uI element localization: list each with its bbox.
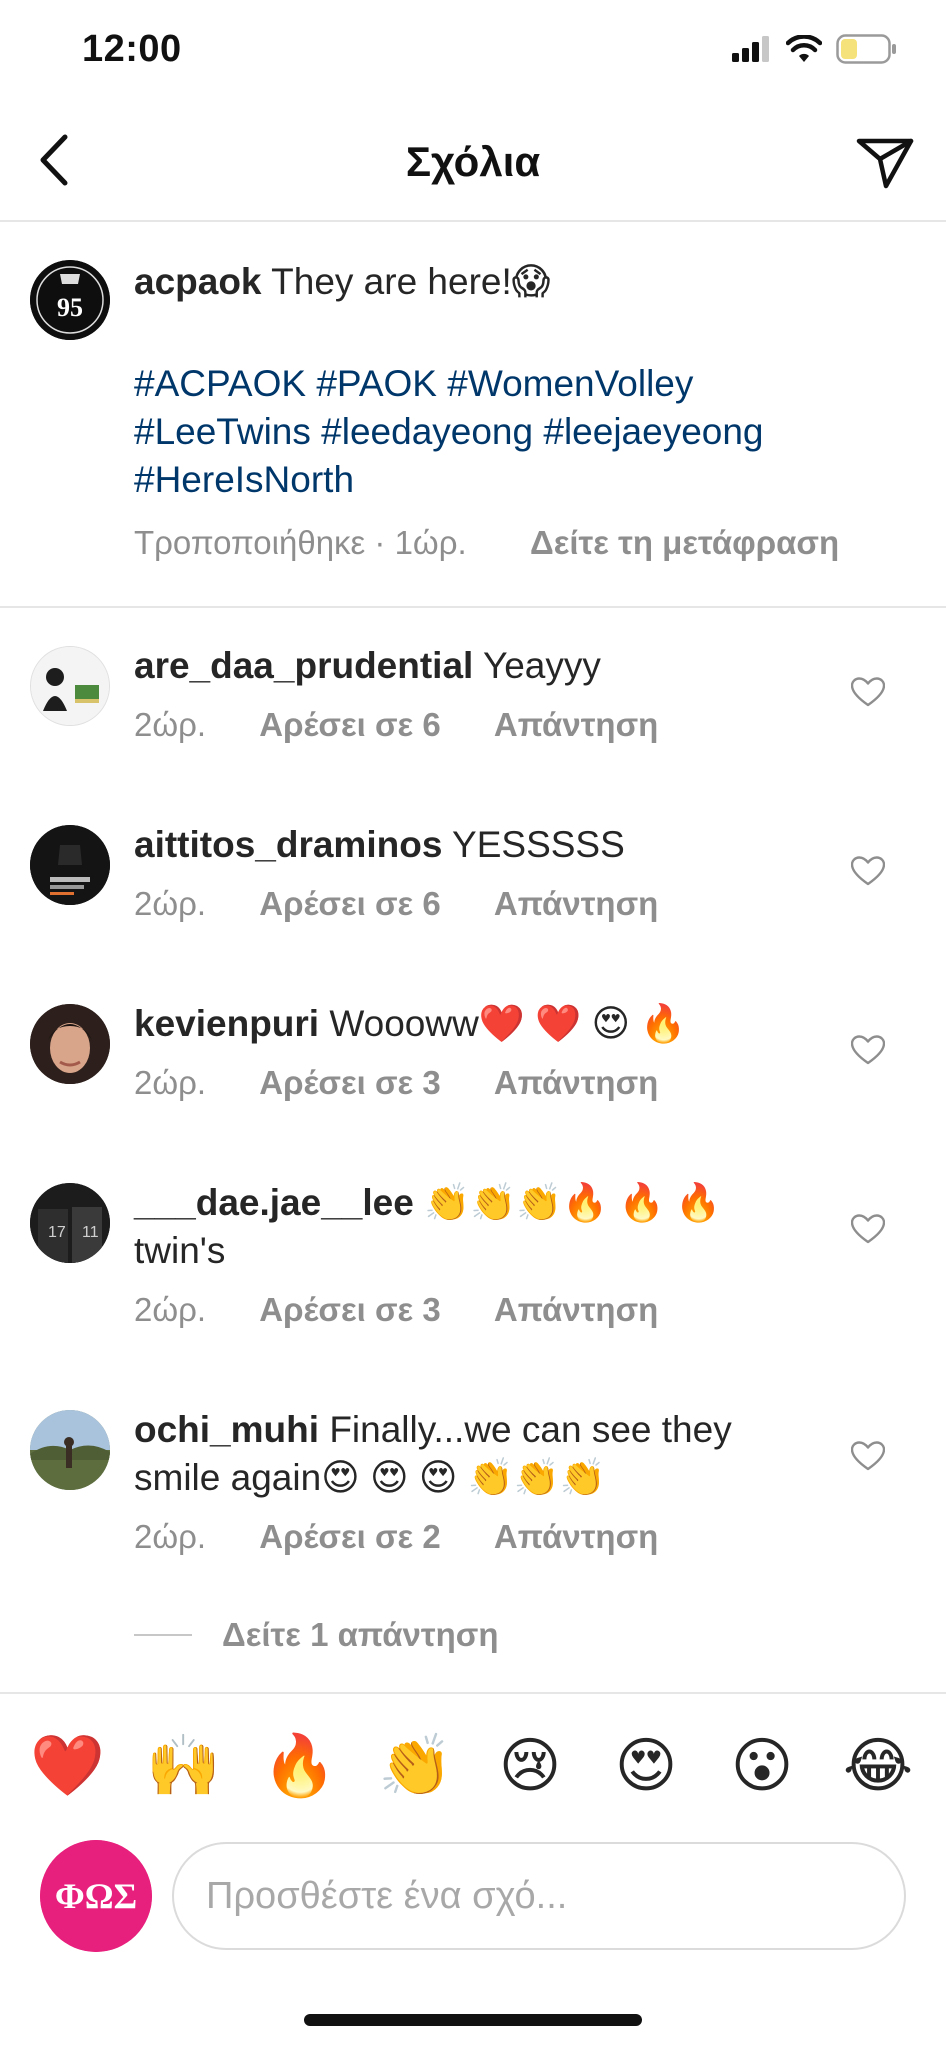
- share-button[interactable]: [852, 130, 918, 196]
- avatar-label: 95: [57, 293, 83, 322]
- view-replies-button[interactable]: Δείτε 1 απάντηση: [134, 1616, 499, 1654]
- paper-plane-icon: [856, 138, 914, 189]
- caption-username[interactable]: acpaok: [134, 261, 262, 302]
- avatar[interactable]: ΦΩΣ: [40, 1840, 152, 1952]
- comment-meta: 2ώρ. Αρέσει σε 3 Απάντηση: [134, 1291, 658, 1329]
- comment-item: kevienpuri Woooww❤️ ❤️ 😍 🔥 2ώρ. Αρέσει σ…: [0, 994, 946, 1144]
- reply-button[interactable]: Απάντηση: [494, 885, 658, 923]
- comment-time: 2ώρ.: [134, 885, 207, 922]
- caption-hashtags: #ACPAOK #PAOK #WomenVolley #LeeTwins #le…: [134, 360, 894, 504]
- header: Σχόλια: [0, 100, 946, 222]
- emoji-surprised-button[interactable]: 😮: [726, 1730, 798, 1802]
- emoji-crying-button[interactable]: 😢: [494, 1730, 566, 1802]
- comment-username[interactable]: kevienpuri: [134, 1003, 319, 1044]
- comment-likes[interactable]: Αρέσει σε 3: [259, 1291, 440, 1329]
- like-comment-button[interactable]: [848, 1030, 888, 1070]
- comment-item: 17 11 ___dae.jae__lee 👏👏👏🔥 🔥 🔥 twin's 2ώ…: [0, 1173, 946, 1373]
- comment-body: Yeayyy: [482, 645, 601, 686]
- comment-body: YESSSSS: [452, 824, 625, 865]
- comment-item: ochi_muhi Finally...we can see they smil…: [0, 1400, 946, 1600]
- page-title: Σχόλια: [405, 138, 541, 185]
- svg-text:11: 11: [82, 1224, 99, 1241]
- hashtags-line[interactable]: #HereIsNorth: [134, 456, 894, 504]
- hashtags-line[interactable]: #ACPAOK #PAOK #WomenVolley: [134, 360, 894, 408]
- comment-composer: ΦΩΣ: [0, 1836, 946, 1956]
- comment-likes[interactable]: Αρέσει σε 3: [259, 1064, 440, 1102]
- comment-meta: 2ώρ. Αρέσει σε 3 Απάντηση: [134, 1064, 658, 1102]
- comment-body: Woooww❤️ ❤️ 😍 🔥: [329, 1003, 687, 1044]
- avatar[interactable]: 17 11: [30, 1183, 110, 1263]
- comment-username[interactable]: aittitos_draminos: [134, 824, 442, 865]
- divider: [134, 1634, 192, 1636]
- home-indicator: [304, 2014, 642, 2026]
- comment-time: 2ώρ.: [134, 1064, 207, 1101]
- like-comment-button[interactable]: [848, 851, 888, 891]
- emoji-heart-eyes-button[interactable]: 😍: [610, 1730, 682, 1802]
- comment-text: kevienpuri Woooww❤️ ❤️ 😍 🔥: [134, 1000, 814, 1048]
- comment-input[interactable]: [206, 1874, 872, 1918]
- wifi-icon: [785, 34, 823, 68]
- comment-item: are_daa_prudential Yeayyy 2ώρ. Αρέσει σε…: [0, 636, 946, 786]
- comment-time: 2ώρ.: [134, 1291, 207, 1328]
- comment-meta: 2ώρ. Αρέσει σε 6 Απάντηση: [134, 885, 658, 923]
- svg-text:17: 17: [48, 1224, 66, 1241]
- avatar[interactable]: [30, 646, 110, 726]
- avatar[interactable]: [30, 1004, 110, 1084]
- comment-item: aittitos_draminos YESSSSS 2ώρ. Αρέσει σε…: [0, 815, 946, 965]
- reply-button[interactable]: Απάντηση: [494, 1064, 658, 1102]
- hashtags-line[interactable]: #LeeTwins #leedayeong #leejaeyeong: [134, 408, 894, 456]
- view-replies-label: Δείτε 1 απάντηση: [222, 1616, 499, 1653]
- comment-likes[interactable]: Αρέσει σε 2: [259, 1518, 440, 1556]
- caption-body: acpaok They are here!😱 #ACPAOK #PAOK #Wo…: [134, 258, 894, 504]
- emoji-heart-button[interactable]: ❤️: [30, 1730, 105, 1802]
- emoji-quick-bar: ❤️ 🙌 🔥 👏 😢 😍 😮 😂: [0, 1692, 946, 1836]
- status-bar: 12:00: [0, 0, 946, 100]
- comment-input-wrapper: [172, 1842, 906, 1950]
- heart-icon: [851, 677, 885, 707]
- comment-text: aittitos_draminos YESSSSS: [134, 821, 814, 869]
- like-comment-button[interactable]: [848, 1436, 888, 1476]
- caption-meta: Τροποποιήθηκε · 1ώρ. Δείτε τη μετάφραση: [134, 524, 839, 562]
- heart-icon: [851, 1441, 885, 1471]
- see-translation-link[interactable]: Δείτε τη μετάφραση: [530, 524, 839, 562]
- heart-icon: [851, 1214, 885, 1244]
- emoji-clap-button[interactable]: 👏: [378, 1730, 453, 1802]
- reply-button[interactable]: Απάντηση: [494, 1291, 658, 1329]
- comment-text: are_daa_prudential Yeayyy: [134, 642, 814, 690]
- comment-likes[interactable]: Αρέσει σε 6: [259, 706, 440, 744]
- heart-icon: [851, 1035, 885, 1065]
- comment-time: 2ώρ.: [134, 1518, 207, 1555]
- like-comment-button[interactable]: [848, 1209, 888, 1249]
- comment-text: ochi_muhi Finally...we can see they smil…: [134, 1406, 814, 1502]
- emoji-fire-button[interactable]: 🔥: [262, 1730, 337, 1802]
- like-comment-button[interactable]: [848, 672, 888, 712]
- avatar[interactable]: [30, 825, 110, 905]
- comment-text: ___dae.jae__lee 👏👏👏🔥 🔥 🔥 twin's: [134, 1179, 814, 1275]
- emoji-laughing-button[interactable]: 😂: [842, 1730, 914, 1802]
- comment-username[interactable]: are_daa_prudential: [134, 645, 473, 686]
- comment-likes[interactable]: Αρέσει σε 6: [259, 885, 440, 923]
- status-time: 12:00: [82, 28, 182, 70]
- reply-button[interactable]: Απάντηση: [494, 1518, 658, 1556]
- composer-avatar-label: ΦΩΣ: [55, 1876, 137, 1916]
- status-icons: [732, 34, 898, 69]
- comments-screen: 12:00 Σχόλια 95 acpaok They are here!😱 #…: [0, 0, 946, 2048]
- reply-button[interactable]: Απάντηση: [494, 706, 658, 744]
- heart-icon: [851, 856, 885, 886]
- avatar[interactable]: [30, 1410, 110, 1490]
- comment-time: 2ώρ.: [134, 706, 207, 743]
- comment-meta: 2ώρ. Αρέσει σε 2 Απάντηση: [134, 1518, 658, 1556]
- signal-icon: [732, 36, 772, 67]
- comment-meta: 2ώρ. Αρέσει σε 6 Απάντηση: [134, 706, 658, 744]
- edited-timestamp: Τροποποιήθηκε · 1ώρ.: [134, 524, 467, 561]
- comment-username[interactable]: ochi_muhi: [134, 1409, 319, 1450]
- caption-text: They are here!😱: [271, 261, 551, 302]
- avatar[interactable]: 95: [30, 260, 110, 340]
- battery-icon: [836, 34, 898, 69]
- emoji-raised-hands-button[interactable]: 🙌: [146, 1730, 221, 1802]
- post-caption: 95 acpaok They are here!😱 #ACPAOK #PAOK …: [0, 224, 946, 608]
- comment-username[interactable]: ___dae.jae__lee: [134, 1182, 414, 1223]
